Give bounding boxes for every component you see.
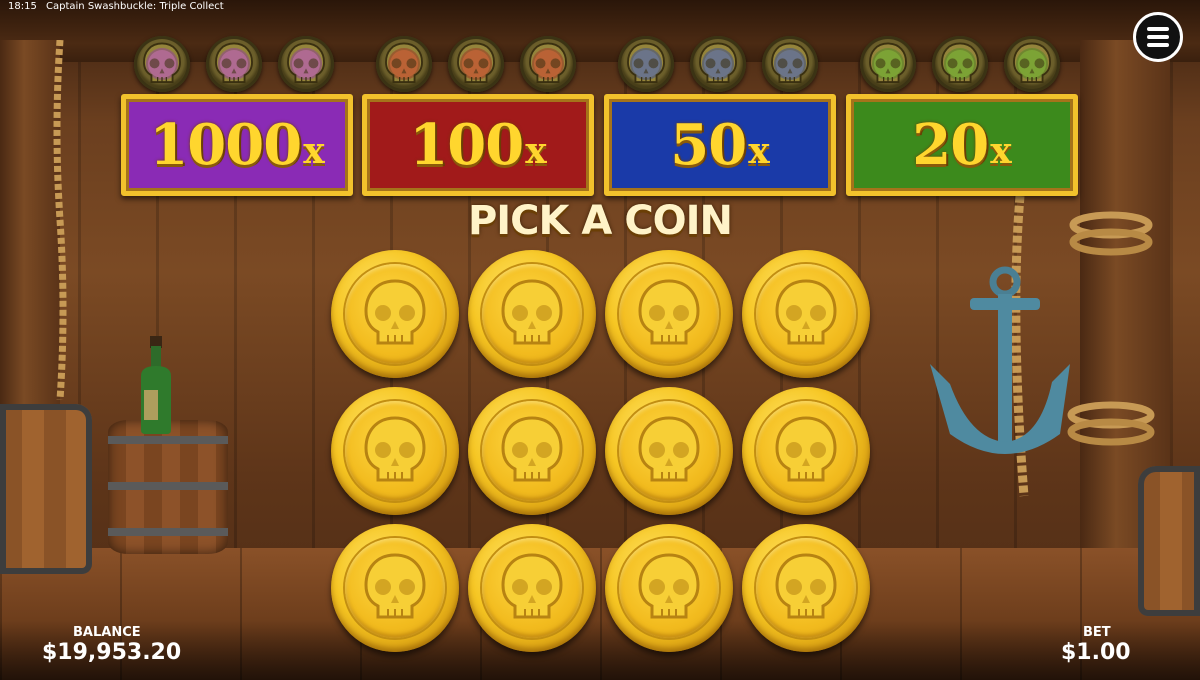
skull-token-purple: [278, 36, 334, 92]
skull-token-green: [860, 36, 916, 92]
jackpot-suffix: x: [748, 130, 770, 172]
pick-coin-button[interactable]: [742, 250, 870, 378]
pick-coin-button[interactable]: [742, 524, 870, 652]
skull-token-blue: [762, 36, 818, 92]
pick-coin-button[interactable]: [605, 524, 733, 652]
bet-value: $1.00: [1061, 640, 1131, 665]
jackpot-value: 20: [912, 112, 989, 178]
jackpot-suffix: x: [990, 130, 1012, 172]
pick-coin-button[interactable]: [331, 524, 459, 652]
jackpot-100x: 100 x: [362, 94, 594, 196]
game-scene: 18:15 Captain Swashbuckle: Triple Collec…: [0, 0, 1200, 680]
skull-token-blue: [690, 36, 746, 92]
jackpot-50x: 50 x: [604, 94, 836, 196]
pick-a-coin-prompt: PICK A COIN: [467, 198, 733, 244]
jackpot-1000x: 1000 x: [121, 94, 353, 196]
jackpot-value: 100: [409, 112, 524, 178]
pick-coin-button[interactable]: [605, 250, 733, 378]
skull-token-blue: [618, 36, 674, 92]
game-title: Captain Swashbuckle: Triple Collect: [46, 1, 224, 12]
pick-coin-button[interactable]: [331, 387, 459, 515]
status-bar: 18:15 Captain Swashbuckle: Triple Collec…: [8, 0, 230, 14]
jackpot-20x: 20 x: [846, 94, 1078, 196]
jackpot-suffix: x: [303, 130, 325, 172]
skull-token-red: [448, 36, 504, 92]
treasure-chest-right: [1138, 466, 1200, 616]
jackpot-suffix: x: [525, 130, 547, 172]
pick-coin-button[interactable]: [468, 524, 596, 652]
anchor-icon: [930, 266, 1070, 454]
coiled-rope: [1067, 211, 1155, 446]
hanging-rope-left: [53, 40, 67, 400]
balance-value: $19,953.20: [42, 640, 182, 665]
skull-token-purple: [206, 36, 262, 92]
clock-time: 18:15: [8, 1, 37, 12]
jackpot-value: 50: [670, 112, 747, 178]
skull-token-purple: [134, 36, 190, 92]
bet-label: BET: [1083, 625, 1111, 640]
pick-coin-button[interactable]: [605, 387, 733, 515]
pick-coin-button[interactable]: [468, 250, 596, 378]
pick-coin-button[interactable]: [742, 387, 870, 515]
skull-token-green: [1004, 36, 1060, 92]
pick-coin-button[interactable]: [331, 250, 459, 378]
bottle-icon: [141, 336, 171, 434]
pick-coin-button[interactable]: [468, 387, 596, 515]
jackpot-value: 1000: [149, 112, 302, 178]
skull-token-red: [376, 36, 432, 92]
balance-label: BALANCE: [73, 625, 141, 640]
skull-token-green: [932, 36, 988, 92]
treasure-chest-left: [0, 404, 92, 574]
skull-token-red: [520, 36, 576, 92]
menu-button[interactable]: [1133, 12, 1183, 62]
barrel: [108, 420, 228, 554]
